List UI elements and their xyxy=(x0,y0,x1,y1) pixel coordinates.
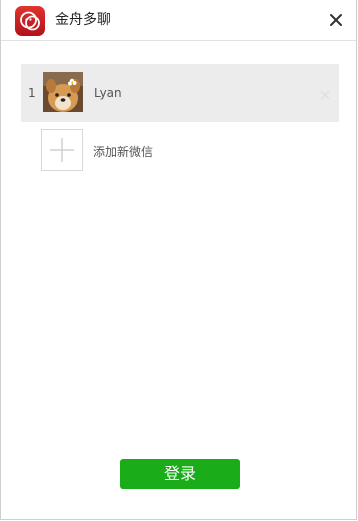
account-list: 1 Lyan 添加新微信 xyxy=(21,64,339,186)
app-window: 金舟多聊 1 Lyan 添加新微信 登录 xyxy=(0,0,357,520)
dog-avatar-icon xyxy=(43,72,83,112)
account-row[interactable]: 1 Lyan xyxy=(21,64,339,122)
account-name: Lyan xyxy=(94,86,122,100)
avatar xyxy=(43,72,83,112)
app-title: 金舟多聊 xyxy=(55,12,111,28)
close-button[interactable] xyxy=(326,10,346,30)
add-account-button[interactable] xyxy=(41,129,83,171)
title-bar: 金舟多聊 xyxy=(1,0,356,41)
close-icon xyxy=(320,90,330,100)
plus-icon xyxy=(50,138,74,162)
app-logo-icon xyxy=(15,6,45,36)
close-icon xyxy=(330,14,342,26)
login-button[interactable]: 登录 xyxy=(120,459,240,489)
account-index: 1 xyxy=(28,86,36,100)
add-account-row[interactable]: 添加新微信 xyxy=(21,128,339,186)
remove-account-button[interactable] xyxy=(319,86,331,100)
add-account-label[interactable]: 添加新微信 xyxy=(93,144,153,160)
